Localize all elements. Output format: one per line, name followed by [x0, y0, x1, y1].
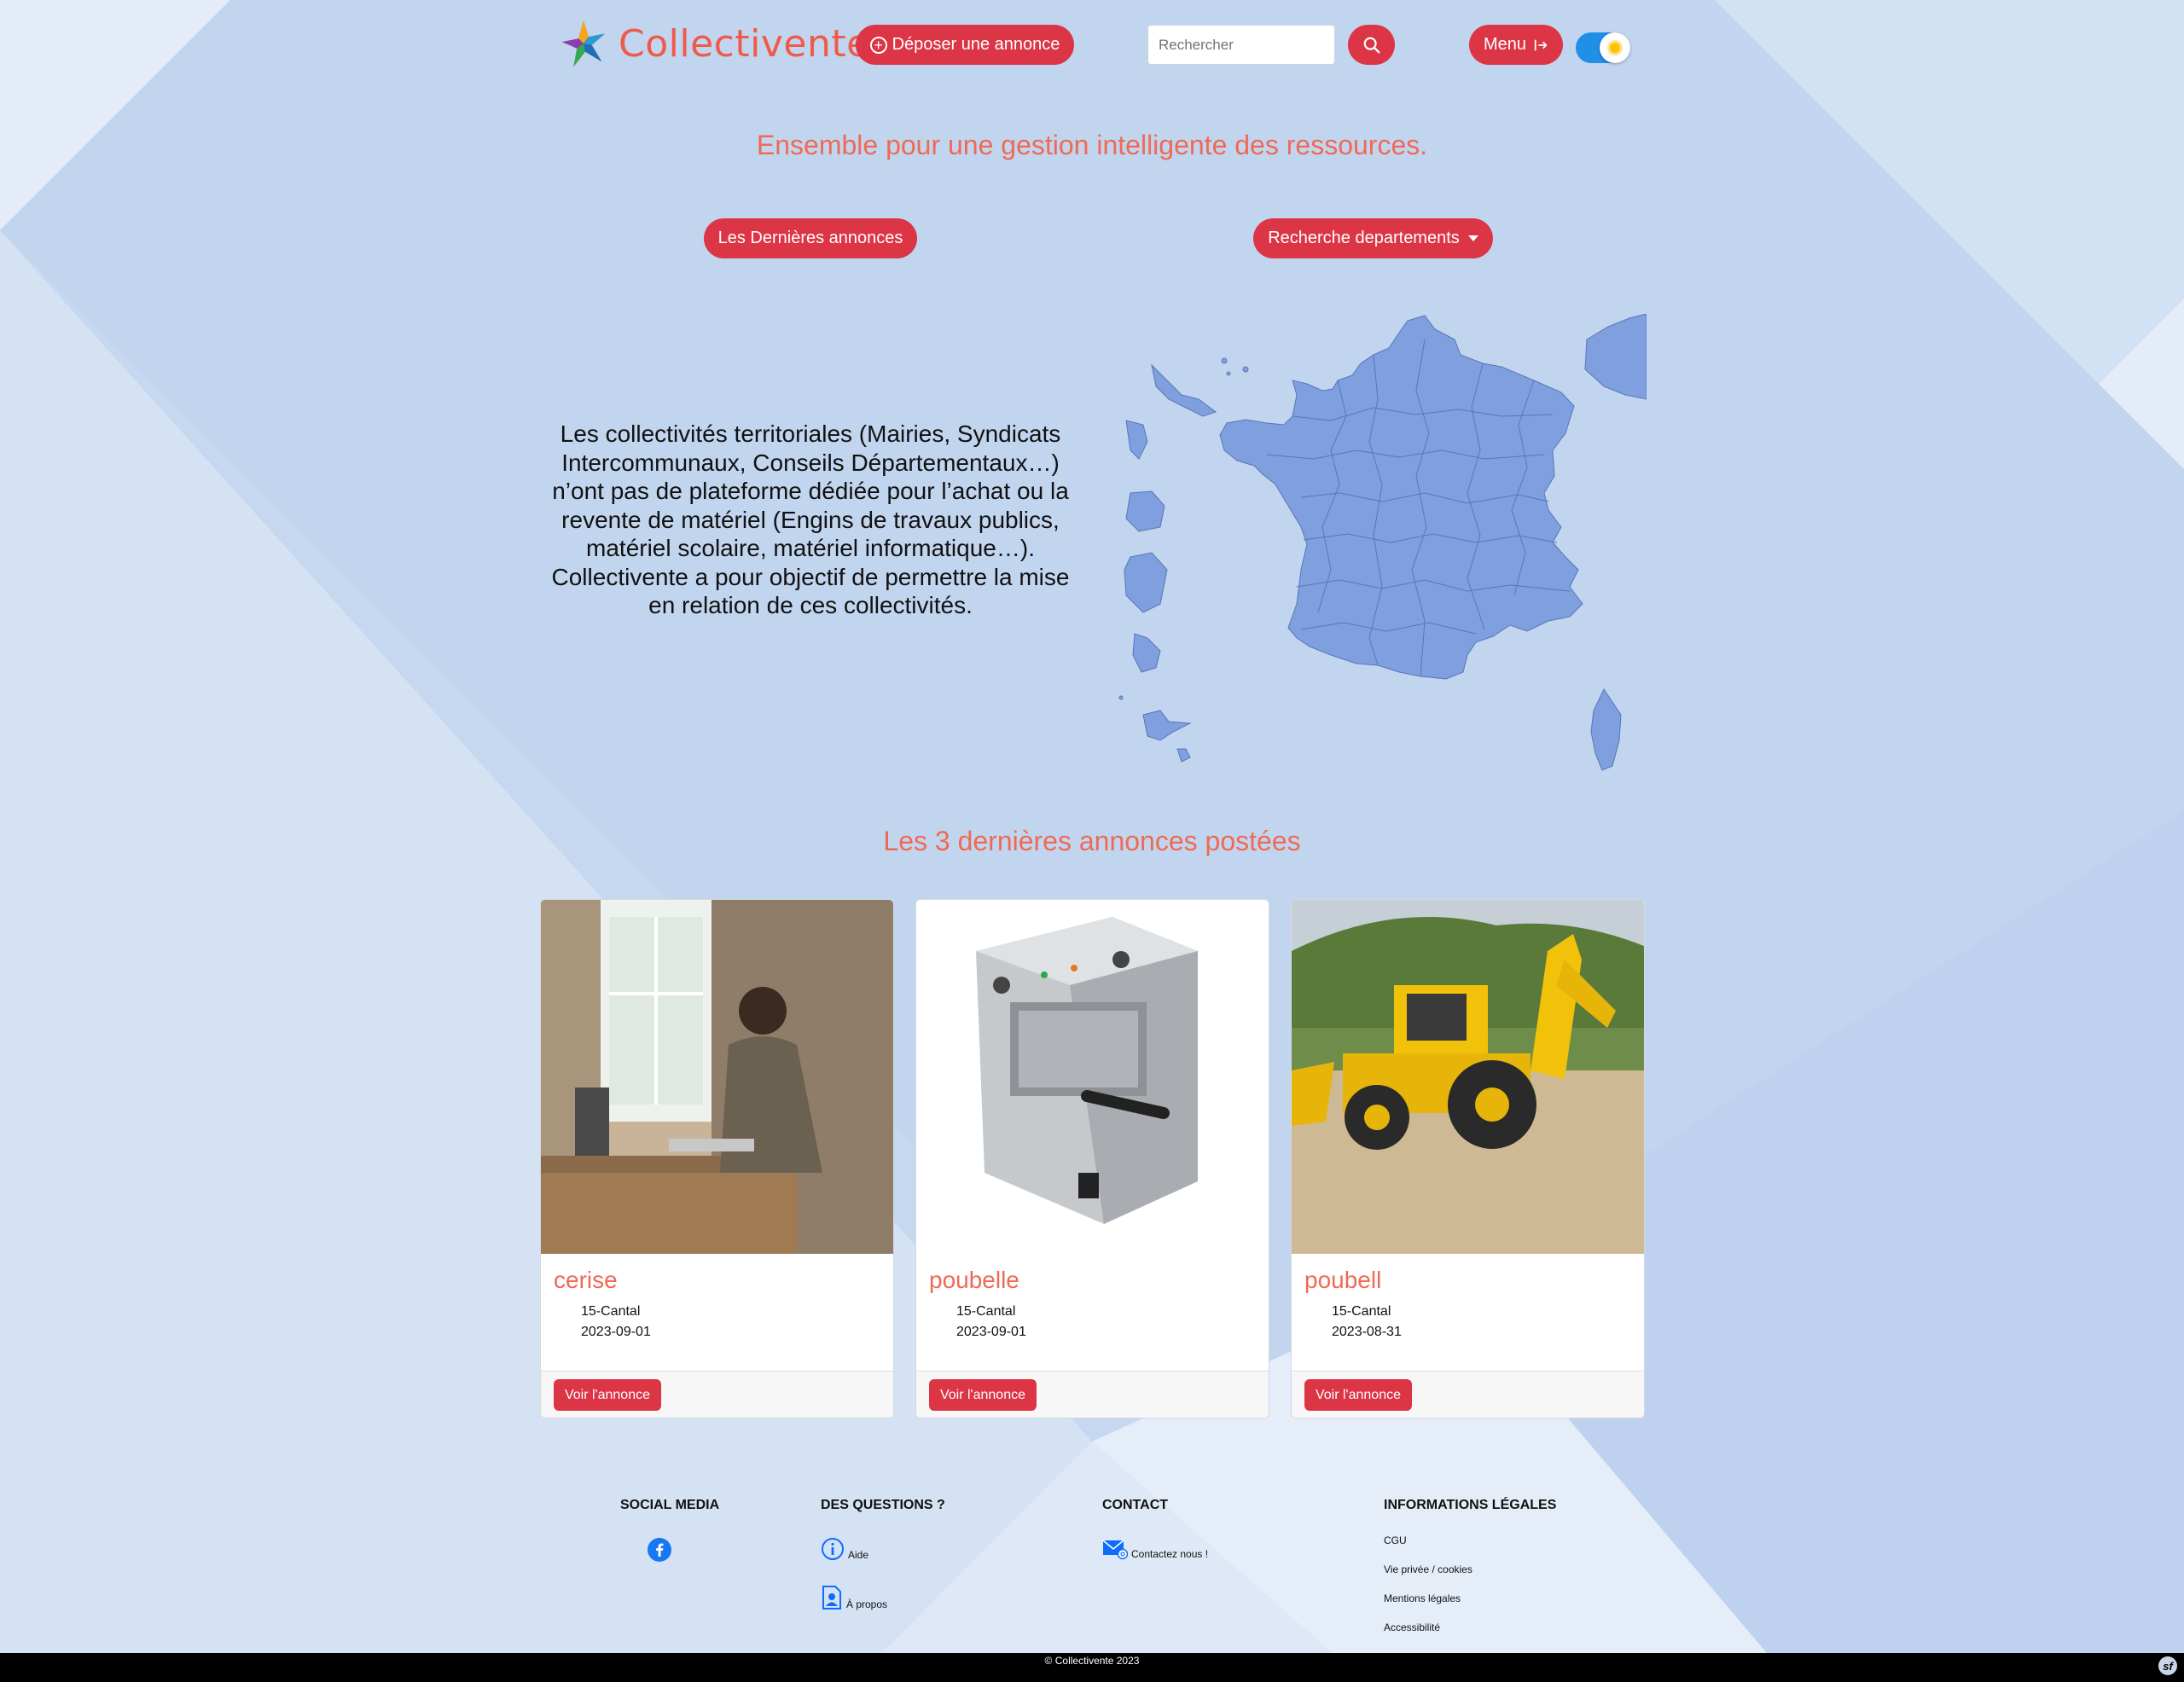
footer-legal-title: INFORMATIONS LÉGALES: [1384, 1498, 1557, 1512]
help-link[interactable]: Aide: [821, 1537, 868, 1561]
latest-ads-label: Les Dernières annonces: [717, 229, 903, 247]
login-arrow-icon: [1534, 39, 1548, 50]
ad-date: 2023-09-01: [956, 1325, 1026, 1339]
footer-social-title: SOCIAL MEDIA: [620, 1498, 720, 1512]
search-icon: [1363, 37, 1380, 53]
card-footer: Voir l'annonce: [916, 1371, 1269, 1418]
map-island-dot: [1221, 357, 1228, 364]
toggle-knob: [1600, 32, 1630, 63]
theme-toggle[interactable]: [1576, 32, 1630, 63]
ad-date: 2023-09-01: [581, 1325, 651, 1339]
post-ad-label: Déposer une annonce: [892, 35, 1060, 54]
view-ad-button[interactable]: Voir l'annonce: [554, 1379, 661, 1411]
view-ad-button[interactable]: Voir l'annonce: [929, 1379, 1037, 1411]
france-departments-map[interactable]: [1118, 314, 1647, 774]
legal-link-accessibility[interactable]: Accessibilité: [1384, 1621, 1440, 1633]
department-search-label: Recherche departements: [1268, 229, 1460, 247]
ad-photo-deep-fryer[interactable]: [916, 900, 1269, 1254]
plus-circle-icon: +: [869, 36, 887, 54]
facebook-icon[interactable]: [648, 1538, 671, 1562]
ad-title[interactable]: cerise: [554, 1267, 618, 1294]
latest-ads-title: Les 3 dernières annonces postées: [883, 826, 1301, 856]
ad-location: 15-Cantal: [1332, 1304, 1391, 1319]
map-overseas-7: [1176, 748, 1191, 763]
caret-down-icon: [1467, 235, 1478, 241]
about-label: À propos: [846, 1598, 888, 1610]
legal-link-mentions[interactable]: Mentions légales: [1384, 1592, 1461, 1604]
intro-text: Les collectivités territoriales (Mairies…: [551, 420, 1070, 618]
map-corsica: [1590, 687, 1622, 771]
about-link[interactable]: À propos: [821, 1585, 887, 1610]
help-label: Aide: [848, 1549, 869, 1561]
ad-photo-man-at-laptop[interactable]: [541, 900, 894, 1254]
info-icon: [822, 1538, 844, 1560]
map-overseas-2: [1125, 420, 1148, 460]
map-overseas-6: [1142, 710, 1192, 741]
map-overseas-4: [1124, 552, 1168, 613]
map-overseas-5: [1132, 633, 1161, 673]
search-placeholder: Rechercher: [1159, 36, 1234, 53]
sun-icon: [1607, 40, 1623, 55]
footer-questions-title: DES QUESTIONS ?: [821, 1498, 945, 1512]
symfony-toolbar-icon[interactable]: sf: [2158, 1656, 2177, 1675]
ad-location: 15-Cantal: [956, 1304, 1016, 1319]
ad-photo-backhoe-loader[interactable]: [1292, 900, 1645, 1254]
menu-label: Menu: [1483, 35, 1527, 54]
search-input[interactable]: Rechercher: [1147, 25, 1335, 65]
map-overseas-1: [1151, 363, 1217, 417]
card-footer: Voir l'annonce: [541, 1371, 893, 1418]
envelope-at-icon: [1102, 1540, 1128, 1560]
brand-logo[interactable]: Collectivente: [559, 19, 870, 68]
ad-date: 2023-08-31: [1332, 1325, 1402, 1339]
copyright: © Collectivente 2023: [1044, 1655, 1140, 1667]
legal-link-privacy[interactable]: Vie privée / cookies: [1384, 1563, 1472, 1575]
menu-button[interactable]: Menu: [1469, 25, 1563, 65]
star-logo-icon: [561, 20, 606, 67]
ad-card[interactable]: cerise 15-Cantal 2023-09-01 Voir l'annon…: [540, 899, 894, 1418]
person-document-icon: [822, 1586, 841, 1610]
tagline: Ensemble pour une gestion intelligente d…: [756, 130, 1428, 160]
ad-card[interactable]: poubell 15-Cantal 2023-08-31 Voir l'anno…: [1291, 899, 1645, 1418]
post-ad-button[interactable]: + Déposer une annonce: [856, 25, 1074, 65]
department-search-dropdown[interactable]: Recherche departements: [1253, 218, 1493, 258]
ad-title[interactable]: poubelle: [929, 1267, 1019, 1294]
ad-card[interactable]: poubelle 15-Cantal 2023-09-01 Voir l'ann…: [915, 899, 1269, 1418]
map-overseas-8: [1584, 314, 1647, 400]
footer-contact-title: CONTACT: [1102, 1498, 1169, 1512]
brand-name: Collectivente: [619, 21, 870, 66]
contact-label: Contactez nous !: [1131, 1548, 1209, 1560]
card-footer: Voir l'annonce: [1292, 1371, 1644, 1418]
map-overseas-3: [1125, 490, 1165, 532]
view-ad-button[interactable]: Voir l'annonce: [1304, 1379, 1412, 1411]
contact-link[interactable]: Contactez nous !: [1102, 1540, 1208, 1560]
legal-link-cgu[interactable]: CGU: [1384, 1534, 1407, 1546]
search-button[interactable]: [1348, 25, 1395, 65]
ad-title[interactable]: poubell: [1304, 1267, 1381, 1294]
ad-location: 15-Cantal: [581, 1304, 641, 1319]
latest-ads-button[interactable]: Les Dernières annonces: [704, 218, 917, 258]
